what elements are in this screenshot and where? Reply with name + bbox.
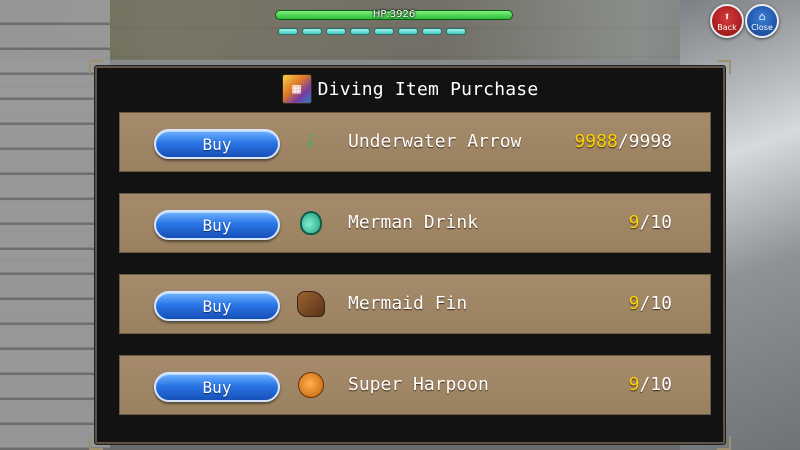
item-quantity-current: 9988	[574, 131, 618, 152]
back-button[interactable]: ⬆ Back	[710, 4, 744, 38]
purchase-panel: ▦ Diving Item Purchase Buy ➶ Underwater …	[89, 60, 731, 450]
item-row: Buy ➶ Underwater Arrow 9988/9998	[119, 112, 711, 172]
buy-button[interactable]: Buy	[154, 291, 280, 321]
item-list: Buy ➶ Underwater Arrow 9988/9998 Buy Mer…	[119, 112, 711, 436]
stamina-pips	[278, 28, 498, 36]
item-row: Buy Mermaid Fin 9/10	[119, 274, 711, 334]
item-quantity: 9/10	[629, 293, 672, 314]
panel-header: ▦ Diving Item Purchase	[97, 74, 723, 104]
stamina-pip	[350, 28, 370, 35]
hp-label: HP:3926	[372, 9, 416, 20]
close-button[interactable]: ⌂ Close	[745, 4, 779, 38]
item-quantity-max: /10	[639, 212, 672, 233]
buy-button-label: Buy	[202, 215, 232, 235]
flexed-arm-icon	[296, 370, 326, 400]
buy-button[interactable]: Buy	[154, 372, 280, 402]
item-quantity-max: /10	[639, 293, 672, 314]
panel-corner-ornament	[89, 60, 103, 74]
item-name: Super Harpoon	[348, 374, 489, 395]
panel-corner-ornament	[89, 436, 103, 450]
buy-button[interactable]: Buy	[154, 210, 280, 240]
stamina-pip	[446, 28, 466, 35]
potion-bottle-icon	[296, 208, 326, 238]
fin-boot-icon	[296, 289, 326, 319]
panel-corner-ornament	[717, 60, 731, 74]
home-icon: ⌂	[758, 9, 766, 23]
stamina-pip	[302, 28, 322, 35]
back-icon: ⬆	[723, 9, 731, 23]
stamina-pip	[374, 28, 394, 35]
item-quantity: 9/10	[629, 212, 672, 233]
buy-button-label: Buy	[202, 134, 232, 154]
item-quantity-max: /10	[639, 374, 672, 395]
item-quantity-max: /9998	[617, 131, 672, 152]
close-label: Close	[751, 22, 773, 32]
stamina-pip	[278, 28, 298, 35]
item-name: Underwater Arrow	[348, 131, 522, 152]
panel-corner-ornament	[717, 436, 731, 450]
hp-bar-container: HP:3926	[275, 8, 515, 22]
item-name: Mermaid Fin	[348, 293, 468, 314]
panel-title: Diving Item Purchase	[317, 78, 539, 100]
shop-chest-icon: ▦	[281, 74, 312, 104]
buy-button[interactable]: Buy	[154, 129, 280, 159]
stamina-pip	[398, 28, 418, 35]
item-quantity-current: 9	[628, 374, 640, 395]
stamina-pip	[422, 28, 442, 35]
buy-button-label: Buy	[202, 377, 232, 397]
item-row: Buy Merman Drink 9/10	[119, 193, 711, 253]
item-quantity: 9/10	[629, 374, 672, 395]
item-name: Merman Drink	[348, 212, 479, 233]
item-row: Buy Super Harpoon 9/10	[119, 355, 711, 415]
item-quantity-current: 9	[628, 212, 640, 233]
item-quantity: 9988/9998	[574, 131, 672, 152]
stamina-pip	[326, 28, 346, 35]
buy-button-label: Buy	[202, 296, 232, 316]
item-quantity-current: 9	[628, 293, 640, 314]
back-label: Back	[717, 22, 737, 32]
arrow-icon: ➶	[295, 125, 327, 159]
